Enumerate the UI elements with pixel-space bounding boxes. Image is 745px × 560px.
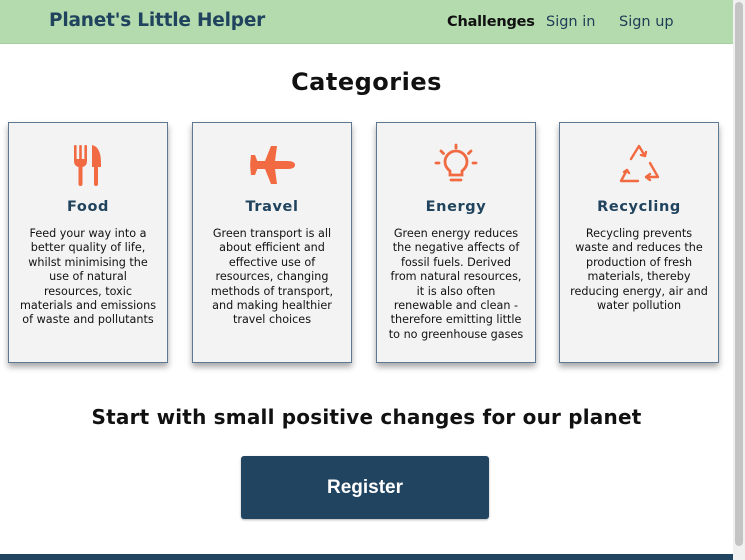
- card-description: Recycling prevents waste and reduces the…: [570, 227, 708, 313]
- scrollbar-thumb[interactable]: [735, 2, 743, 546]
- card-title: Recycling: [597, 199, 681, 215]
- vertical-scrollbar[interactable]: [733, 0, 745, 560]
- tagline-heading: Start with small positive changes for ou…: [91, 405, 642, 429]
- nav-sign-up[interactable]: Sign up: [619, 14, 674, 30]
- airplane-icon: [193, 143, 351, 187]
- top-navbar: Planet's Little Helper Challenges Sign i…: [0, 0, 733, 44]
- category-card-travel[interactable]: Travel Green transport is all about effi…: [192, 122, 352, 363]
- category-card-energy[interactable]: Energy Green energy reduces the negative…: [376, 122, 536, 363]
- category-card-recycling[interactable]: Recycling Recycling prevents waste and r…: [559, 122, 719, 363]
- nav-sign-in[interactable]: Sign in: [546, 14, 595, 30]
- category-card-food[interactable]: Food Feed your way into a better quality…: [8, 122, 168, 363]
- card-title: Energy: [425, 199, 487, 215]
- card-title: Food: [66, 199, 110, 215]
- lightbulb-icon: [377, 143, 535, 187]
- card-description: Green energy reduces the negative affect…: [388, 227, 524, 341]
- card-title: Travel: [245, 199, 299, 215]
- fork-knife-icon: [9, 143, 167, 187]
- categories-heading: Categories: [291, 68, 442, 96]
- nav-challenges[interactable]: Challenges: [447, 14, 535, 30]
- card-description: Green transport is all about efficient a…: [210, 227, 334, 327]
- brand-link[interactable]: Planet's Little Helper: [49, 10, 265, 31]
- recycle-icon: [560, 143, 718, 187]
- card-description: Feed your way into a better quality of l…: [19, 227, 157, 327]
- register-button[interactable]: Register: [241, 456, 489, 519]
- footer-bar: [0, 554, 733, 560]
